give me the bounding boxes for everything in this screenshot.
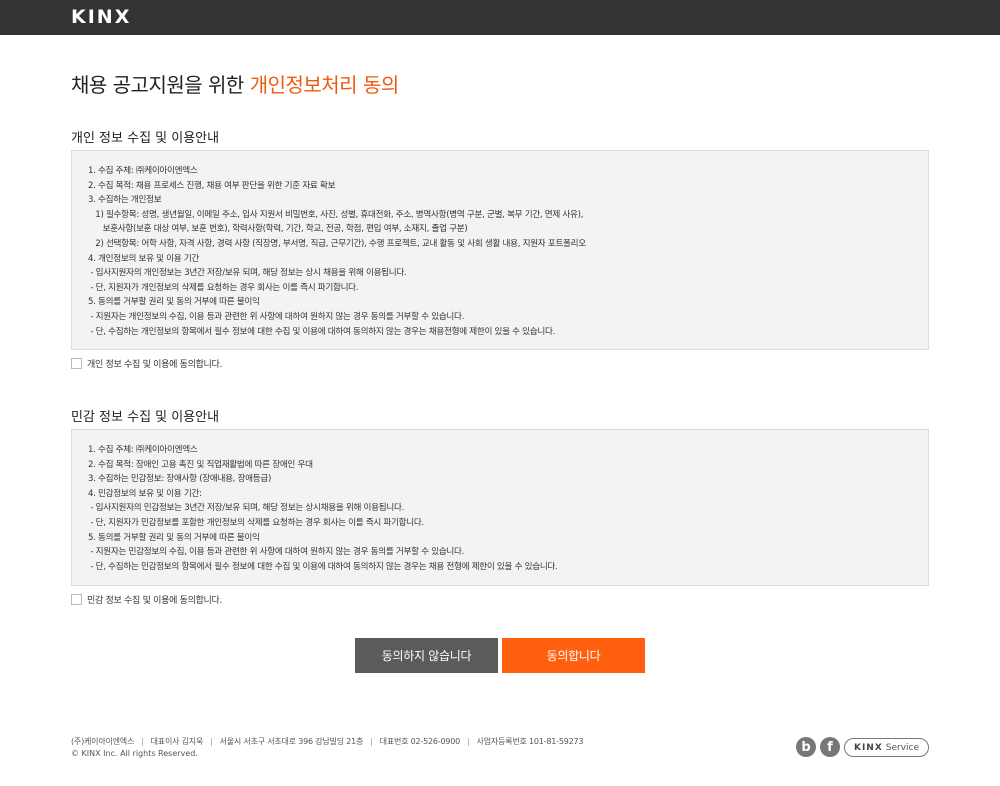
- page-title-main: 채용 공고지원을 위한: [71, 73, 250, 97]
- terms-line: - 지원자는 개인정보의 수집, 이용 등과 관련한 위 사항에 대하여 원하지…: [88, 311, 465, 322]
- terms-line: - 단, 지원자가 개인정보의 삭제를 요청하는 경우 회사는 이를 즉시 파기…: [88, 282, 359, 293]
- top-bar: KINX: [0, 0, 1000, 35]
- personal-info-heading: 개인 정보 수집 및 이용안내: [71, 131, 220, 146]
- terms-line: - 단, 지원자가 민감정보를 포함한 개인정보의 삭제를 요청하는 경우 회사…: [88, 517, 424, 528]
- sensitive-info-heading: 민감 정보 수집 및 이용안내: [71, 410, 220, 425]
- page-title: 채용 공고지원을 위한 개인정보처리 동의: [71, 69, 399, 98]
- terms-line: 1. 수집 주체: ㈜케이아이엔엑스: [88, 445, 198, 455]
- blog-b-icon[interactable]: b: [796, 737, 816, 757]
- terms-line: 2. 수집 목적: 장애인 고용 촉진 및 직업재활법에 따른 장애인 우대: [88, 459, 313, 470]
- terms-line: 3. 수집하는 개인정보: [88, 195, 162, 206]
- terms-line: - 단, 수집하는 민감정보의 항목에서 필수 정보에 대한 수집 및 이용에 …: [88, 561, 558, 572]
- terms-line: - 입사지원자의 민감정보는 3년간 저장/보유 되며, 해당 정보는 상시채용…: [88, 503, 405, 514]
- terms-line: 3. 수집하는 민감정보: 장애사항 (장애내용, 장애등급): [88, 474, 272, 485]
- decline-button[interactable]: 동의하지 않습니다: [355, 638, 498, 673]
- personal-info-agree[interactable]: 개인 정보 수집 및 이용에 동의합니다.: [71, 357, 222, 370]
- kinx-logo[interactable]: KINX: [71, 6, 131, 28]
- kinx-service-link[interactable]: KINX Service: [844, 738, 929, 757]
- terms-line: 보훈사항(보훈 대상 여부, 보훈 번호), 학력사항(학력, 기간, 학교, …: [88, 224, 468, 235]
- terms-line: 1. 수집 주체: ㈜케이아이엔엑스: [88, 166, 198, 176]
- sensitive-info-checkbox[interactable]: [71, 594, 82, 605]
- terms-line: 5. 동의를 거부할 권리 및 동의 거부에 따른 불이익: [88, 297, 260, 308]
- footer-company: (주)케이아이엔엑스: [71, 737, 135, 746]
- terms-line: 5. 동의를 거부할 권리 및 동의 거부에 따른 불이익: [88, 532, 260, 543]
- terms-line: 4. 민감정보의 보유 및 이용 기간:: [88, 488, 202, 499]
- terms-line: 4. 개인정보의 보유 및 이용 기간: [88, 253, 200, 264]
- terms-line: - 단, 수집하는 개인정보의 항목에서 필수 정보에 대한 수집 및 이용에 …: [88, 326, 556, 337]
- footer-copyright: © KINX Inc. All rights Reserved.: [71, 749, 198, 758]
- kinx-service-brand: KINX: [853, 742, 883, 753]
- terms-line: 1) 필수항목: 성명, 생년월일, 이메일 주소, 입사 지원서 비밀번호, …: [88, 209, 584, 220]
- page-title-accent: 개인정보처리 동의: [249, 73, 400, 97]
- terms-line: - 입사지원자의 개인정보는 3년간 저장/보유 되며, 해당 정보는 상시 채…: [88, 268, 407, 279]
- terms-line: 2. 수집 목적: 채용 프로세스 진행, 채용 여부 판단을 위한 기준 자료…: [88, 180, 336, 191]
- sensitive-info-agree[interactable]: 민감 정보 수집 및 이용에 동의합니다.: [71, 593, 222, 606]
- footer-ceo: 대표이사 김지욱: [150, 737, 204, 746]
- agree-button[interactable]: 동의합니다: [502, 638, 645, 673]
- footer-address: 서울시 서초구 서초대로 396 강남빌딩 21층: [219, 737, 364, 746]
- kinx-service-label: Service: [885, 742, 920, 753]
- terms-line: 2) 선택항목: 어학 사항, 자격 사항, 경력 사항 (직장명, 부서명, …: [88, 238, 586, 249]
- terms-line: - 지원자는 민감정보의 수집, 이용 등과 관련한 위 사항에 대하여 원하지…: [88, 547, 465, 558]
- personal-info-checkbox[interactable]: [71, 358, 82, 369]
- footer-biz-no: 사업자등록번호 101-81-59273: [476, 737, 584, 746]
- footer-info: (주)케이아이엔엑스 | 대표이사 김지욱 | 서울시 서초구 서초대로 396 강남빌…: [71, 737, 584, 746]
- personal-info-agree-label: 개인 정보 수집 및 이용에 동의합니다.: [87, 360, 223, 370]
- sensitive-info-terms-box[interactable]: 1. 수집 주체: ㈜케이아이엔엑스 2. 수집 목적: 장애인 고용 촉진 및 …: [71, 429, 929, 586]
- facebook-f-icon[interactable]: f: [820, 737, 840, 757]
- sensitive-info-agree-label: 민감 정보 수집 및 이용에 동의합니다.: [87, 596, 223, 606]
- footer-phone: 대표번호 02-526-0900: [379, 737, 461, 746]
- personal-info-terms-box[interactable]: 1. 수집 주체: ㈜케이아이엔엑스 2. 수집 목적: 채용 프로세스 진행, …: [71, 150, 929, 350]
